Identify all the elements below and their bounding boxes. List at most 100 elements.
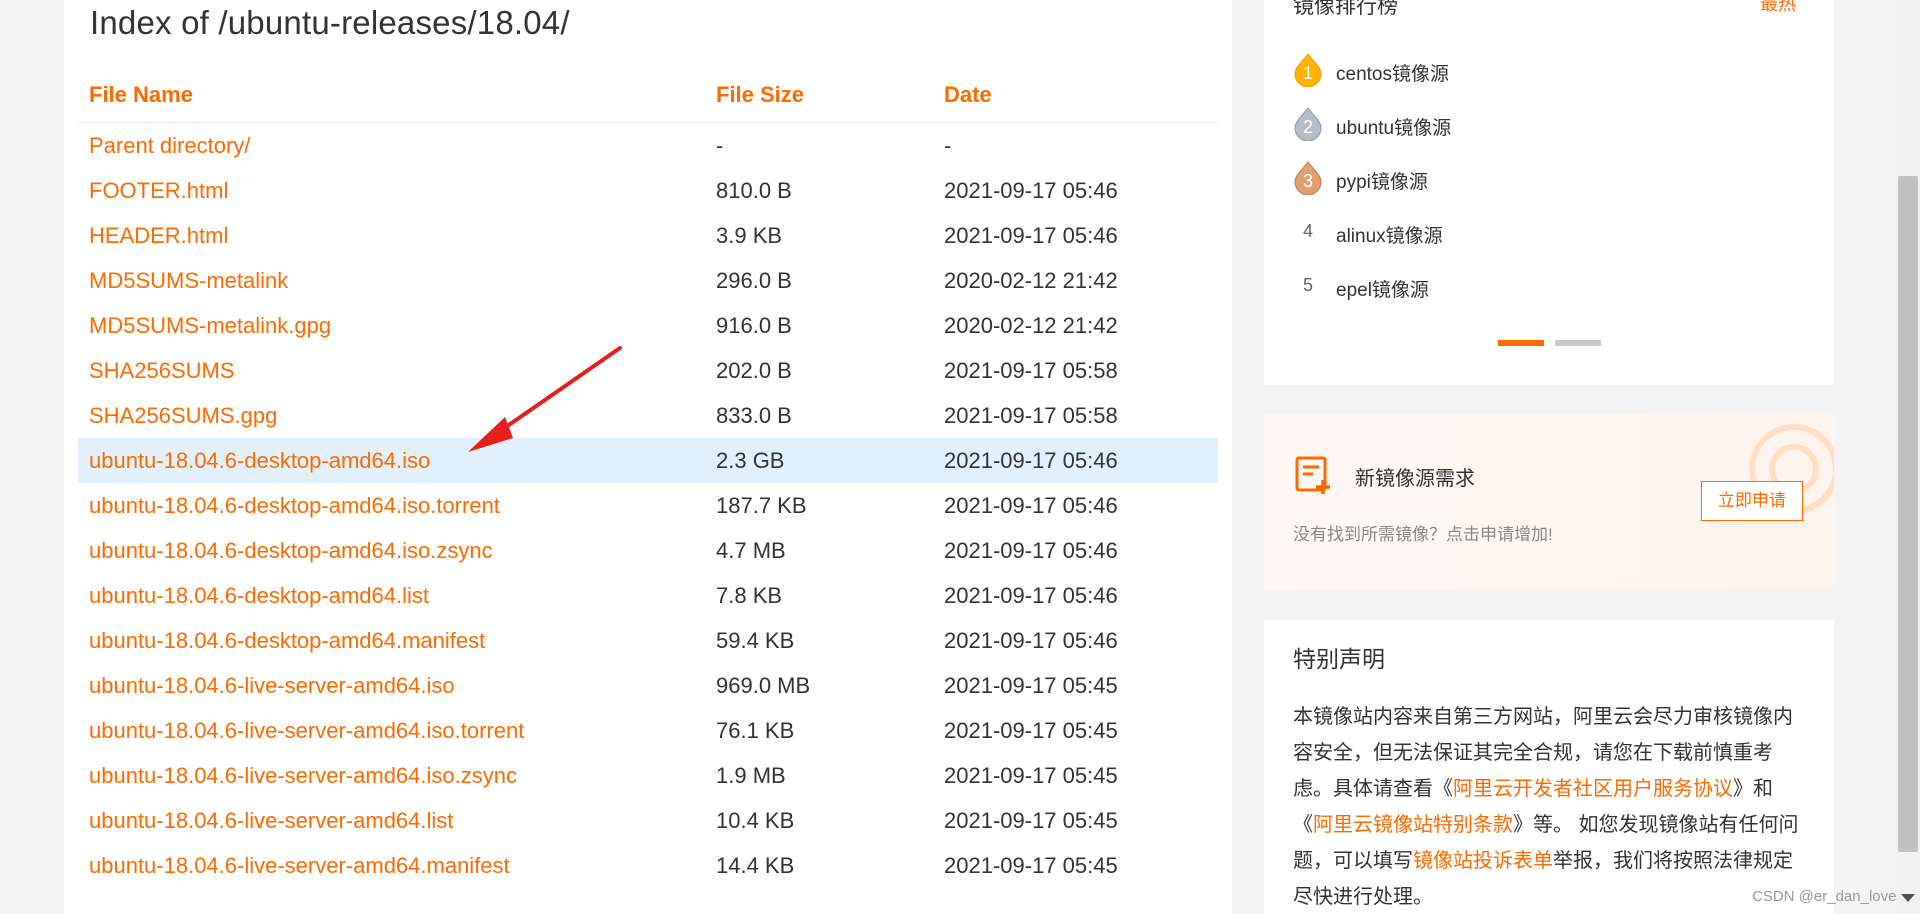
apply-now-button[interactable]: 立即申请	[1701, 481, 1803, 521]
file-date: 2021-09-17 05:46	[944, 493, 1118, 518]
table-row: ubuntu-18.04.6-desktop-amd64.iso.torrent…	[78, 483, 1218, 528]
file-size: 14.4 KB	[716, 853, 795, 878]
file-size: 202.0 B	[716, 358, 792, 383]
rank-mirror-name: centos镜像源	[1336, 64, 1449, 85]
rank-mirror-name: pypi镜像源	[1336, 172, 1428, 193]
table-row: SHA256SUMS.gpg 833.0 B 2021-09-17 05:58	[78, 393, 1218, 438]
file-name-link[interactable]: SHA256SUMS.gpg	[89, 403, 277, 429]
request-description: 没有找到所需镜像？点击申请增加!	[1293, 525, 1553, 544]
file-name-link[interactable]: SHA256SUMS	[89, 358, 235, 384]
file-date: -	[944, 133, 952, 158]
file-name-link[interactable]: ubuntu-18.04.6-desktop-amd64.manifest	[89, 628, 485, 654]
main-panel: Index of /ubuntu-releases/18.04/ File Na…	[64, 0, 1232, 914]
file-size: 76.1 KB	[716, 718, 795, 743]
file-name-link[interactable]: ubuntu-18.04.6-live-server-amd64.manifes…	[89, 853, 510, 879]
table-row: ubuntu-18.04.6-desktop-amd64.iso.zsync 4.…	[78, 528, 1218, 573]
table-row: FOOTER.html 810.0 B 2021-09-17 05:46	[78, 168, 1218, 213]
file-size: 916.0 B	[716, 313, 792, 338]
file-date: 2021-09-17 05:45	[944, 853, 1118, 878]
file-name-link[interactable]: ubuntu-18.04.6-desktop-amd64.iso.torrent	[89, 493, 500, 519]
notice-title: 特别声明	[1293, 646, 1385, 672]
table-row: HEADER.html 3.9 KB 2021-09-17 05:46	[78, 213, 1218, 258]
rank-mirror-name: ubuntu镜像源	[1336, 118, 1452, 139]
file-name-link[interactable]: ubuntu-18.04.6-desktop-amd64.iso.zsync	[89, 538, 493, 564]
table-row: ubuntu-18.04.6-live-server-amd64.iso.tor…	[78, 708, 1218, 753]
file-size: 1.9 MB	[716, 763, 786, 788]
table-row: ubuntu-18.04.6-desktop-amd64.manifest 59.…	[78, 618, 1218, 663]
file-size: 187.7 KB	[716, 493, 807, 518]
file-name-link[interactable]: ubuntu-18.04.6-desktop-amd64.list	[89, 583, 429, 609]
ranking-title: 镜像排行榜	[1293, 0, 1398, 18]
file-date: 2021-09-17 05:46	[944, 628, 1118, 653]
file-name-link[interactable]: ubuntu-18.04.6-live-server-amd64.iso.tor…	[89, 718, 524, 744]
file-name-link[interactable]: ubuntu-18.04.6-live-server-amd64.iso	[89, 673, 455, 699]
table-row: ubuntu-18.04.6-live-server-amd64.iso 969.…	[78, 663, 1218, 708]
table-row: ubuntu-18.04.6-desktop-amd64.iso 2.3 GB 20…	[78, 438, 1218, 483]
rank-number: 1	[1302, 63, 1313, 83]
file-date: 2021-09-17 05:58	[944, 403, 1118, 428]
carousel-dot-active[interactable]	[1498, 340, 1544, 346]
file-name-link[interactable]: HEADER.html	[89, 223, 228, 249]
rank-number: 3	[1302, 171, 1313, 191]
rank-number: 4	[1302, 221, 1313, 241]
table-row: ubuntu-18.04.6-desktop-amd64.list 7.8 KB 2…	[78, 573, 1218, 618]
file-name-link[interactable]: FOOTER.html	[89, 178, 228, 204]
table-row: MD5SUMS-metalink 296.0 B 2020-02-12 21:42	[78, 258, 1218, 303]
header-file-size[interactable]: File Size	[716, 82, 804, 108]
file-date: 2021-09-17 05:46	[944, 178, 1118, 203]
file-size: 4.7 MB	[716, 538, 786, 563]
file-size: 969.0 MB	[716, 673, 811, 698]
file-size: 59.4 KB	[716, 628, 795, 653]
file-date: 2021-09-17 05:46	[944, 583, 1118, 608]
file-date: 2021-09-17 05:46	[944, 448, 1118, 473]
file-size: 2.3 GB	[716, 448, 785, 473]
page-title: Index of /ubuntu-releases/18.04/	[90, 4, 570, 41]
header-date[interactable]: Date	[944, 82, 992, 108]
table-body: Parent directory/ - - FOOTER.html 810.0 B 202…	[78, 123, 1218, 888]
ranking-card: 镜像排行榜 最热 1 centos镜像源 2 ubuntu镜像源 3 pypi镜像源 4 al…	[1264, 0, 1834, 385]
request-form-icon	[1295, 456, 1330, 494]
file-name-link[interactable]: ubuntu-18.04.6-live-server-amd64.list	[89, 808, 453, 834]
request-title: 新镜像源需求	[1355, 468, 1475, 490]
request-card: 新镜像源需求 立即申请 没有找到所需镜像？点击申请增加!	[1264, 414, 1834, 589]
ranking-item[interactable]: 1 centos镜像源	[1293, 50, 1793, 90]
complaint-form-link[interactable]: 镜像站投诉表单	[1413, 850, 1553, 872]
file-name-link[interactable]: MD5SUMS-metalink	[89, 268, 288, 294]
page-scrollbar[interactable]	[1896, 0, 1920, 914]
table-row: ubuntu-18.04.6-live-server-amd64.iso.zsy…	[78, 753, 1218, 798]
file-name-link[interactable]: ubuntu-18.04.6-live-server-amd64.iso.zsy…	[89, 763, 517, 789]
ranking-hot-link[interactable]: 最热	[1760, 0, 1796, 16]
ranking-item[interactable]: 3 pypi镜像源	[1293, 158, 1793, 198]
notice-card: 特别声明 本镜像站内容来自第三方网站，阿里云会尽力审核镜像内容安全，但无法保证其…	[1264, 620, 1834, 914]
notice-body: 本镜像站内容来自第三方网站，阿里云会尽力审核镜像内容安全，但无法保证其完全合规，…	[1293, 699, 1803, 914]
file-date: 2021-09-17 05:45	[944, 763, 1118, 788]
file-name-link[interactable]: Parent directory/	[89, 133, 250, 159]
user-agreement-link[interactable]: 阿里云开发者社区用户服务协议	[1453, 778, 1733, 800]
table-row: ubuntu-18.04.6-live-server-amd64.list 10.…	[78, 798, 1218, 843]
file-date: 2020-02-12 21:42	[944, 268, 1118, 293]
ranking-item[interactable]: 4 alinux镜像源	[1293, 212, 1793, 252]
rank-number: 2	[1302, 117, 1313, 137]
ranking-item[interactable]: 5 epel镜像源	[1293, 266, 1793, 306]
file-name-link[interactable]: MD5SUMS-metalink.gpg	[89, 313, 331, 339]
file-date: 2021-09-17 05:45	[944, 673, 1118, 698]
header-file-name[interactable]: File Name	[89, 82, 193, 108]
table-row: MD5SUMS-metalink.gpg 916.0 B 2020-02-12 21…	[78, 303, 1218, 348]
file-date: 2021-09-17 05:46	[944, 223, 1118, 248]
file-size: 7.8 KB	[716, 583, 783, 608]
file-size: 10.4 KB	[716, 808, 795, 833]
mirror-terms-link[interactable]: 阿里云镜像站特别条款	[1313, 814, 1513, 836]
file-name-link[interactable]: ubuntu-18.04.6-desktop-amd64.iso	[89, 448, 430, 474]
table-row: SHA256SUMS 202.0 B 2021-09-17 05:58	[78, 348, 1218, 393]
file-size: -	[716, 133, 724, 158]
carousel-dot[interactable]	[1555, 340, 1601, 346]
file-table: File Name File Size Date Parent director…	[78, 74, 1218, 888]
csdn-watermark: CSDN @er_dan_love	[1752, 888, 1897, 905]
scrollbar-thumb[interactable]	[1898, 176, 1918, 852]
rank-number: 5	[1302, 275, 1313, 295]
file-date: 2021-09-17 05:45	[944, 808, 1118, 833]
ranking-item[interactable]: 2 ubuntu镜像源	[1293, 104, 1793, 144]
file-size: 810.0 B	[716, 178, 792, 203]
scroll-down-arrow-icon[interactable]	[1901, 894, 1915, 902]
file-date: 2021-09-17 05:45	[944, 718, 1118, 743]
